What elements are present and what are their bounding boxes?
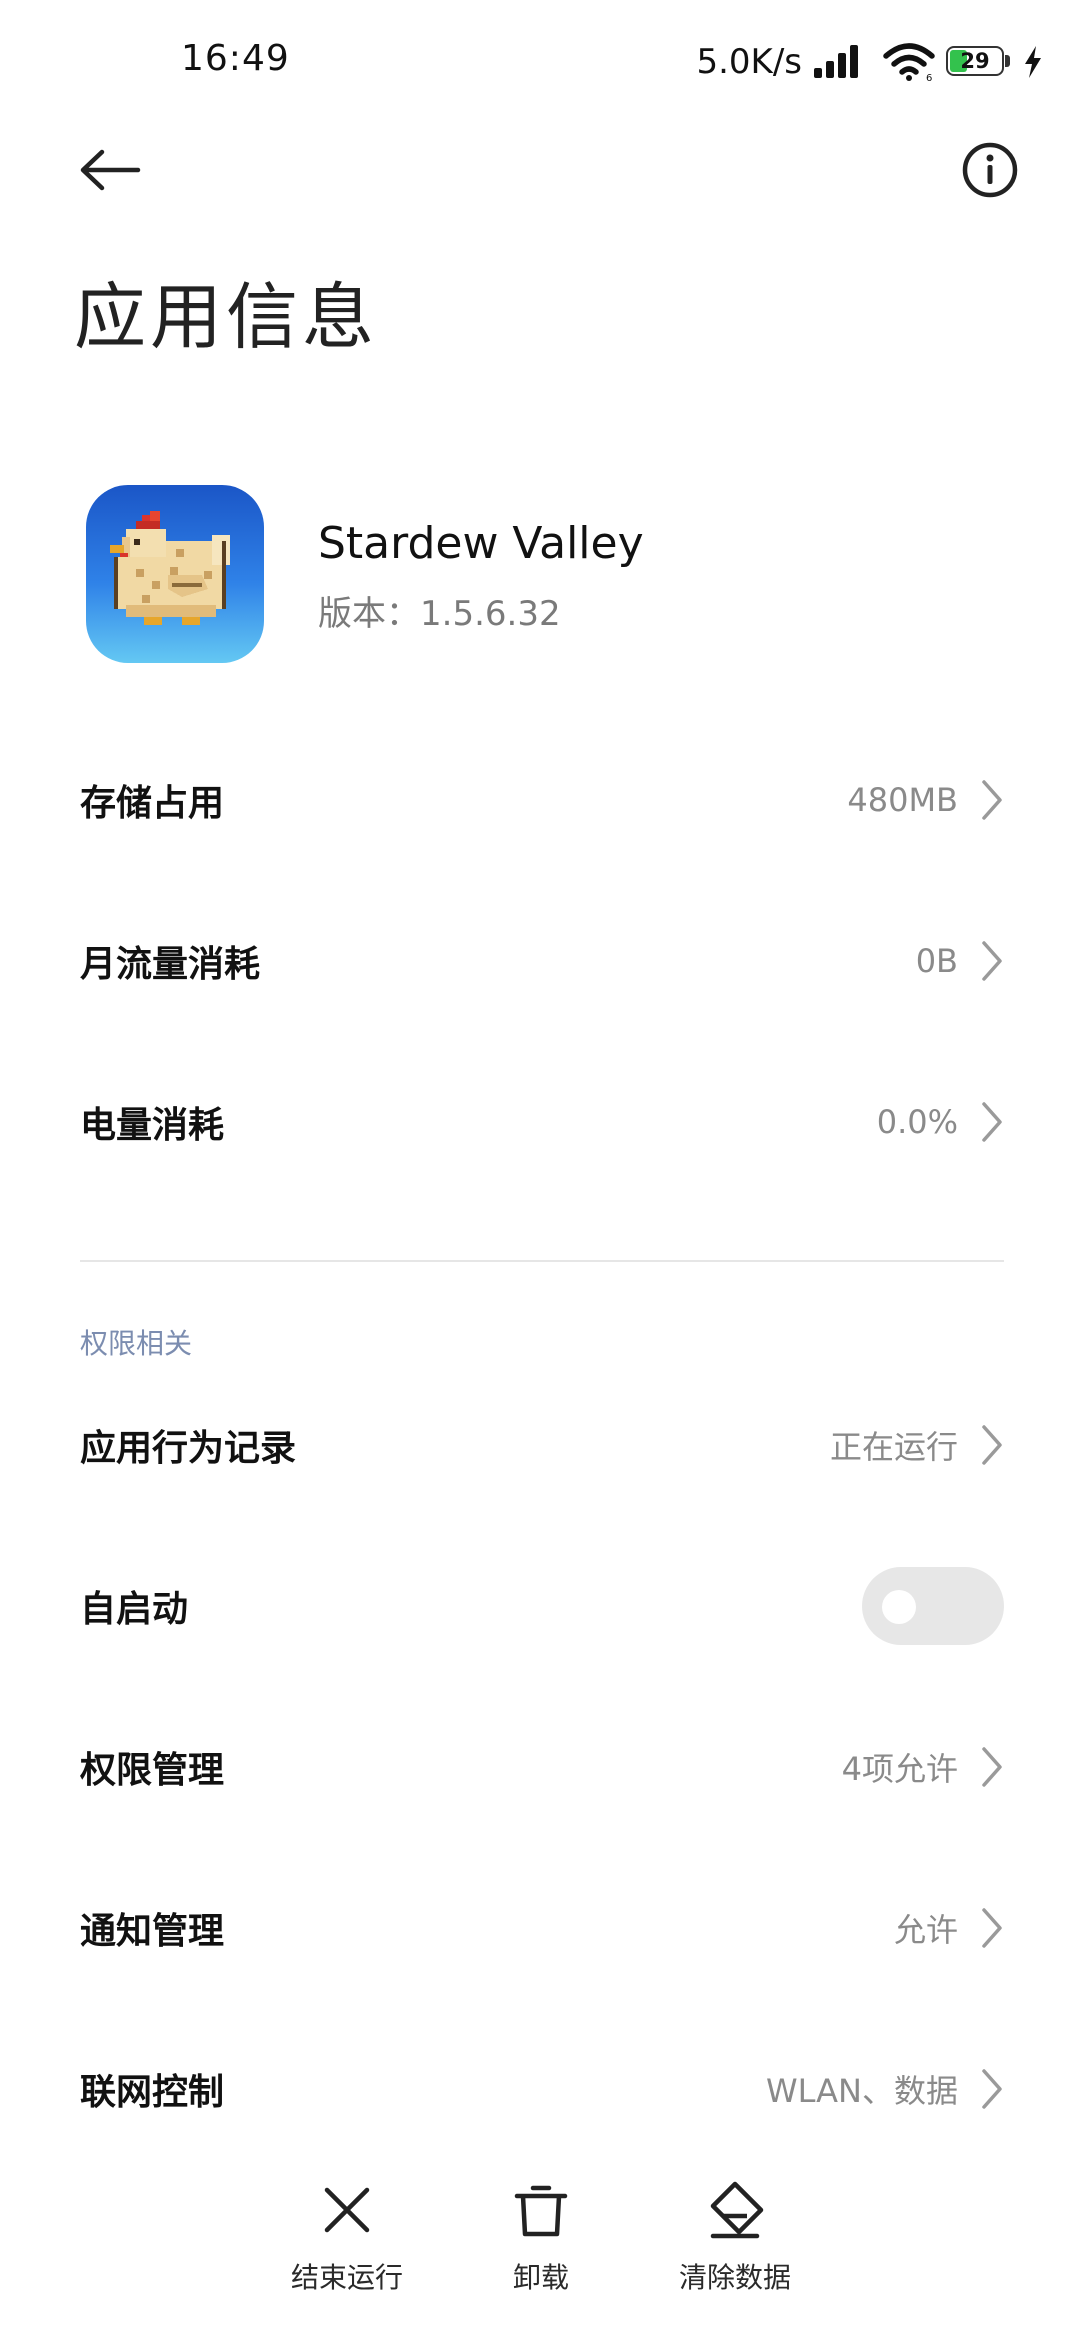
toggle-knob: [882, 1590, 916, 1624]
action-label: 结束运行: [290, 2261, 403, 2294]
row-label: 应用行为记录: [80, 1428, 297, 1469]
row-label: 电量消耗: [80, 1105, 225, 1146]
notification-management-row[interactable]: 通知管理 允许: [80, 1878, 1004, 1978]
row-value: 0.0%: [876, 1103, 958, 1141]
row-value: 允许: [893, 1911, 958, 1949]
row-label: 月流量消耗: [80, 944, 261, 985]
battery-usage-row[interactable]: 电量消耗 0.0%: [80, 1072, 1004, 1172]
storage-usage-row[interactable]: 存储占用 480MB: [80, 750, 1004, 850]
row-label: 自启动: [80, 1589, 189, 1630]
cellular-signal-icon: [814, 45, 858, 78]
row-label: 权限管理: [80, 1750, 225, 1791]
row-value: 4项允许: [841, 1750, 958, 1788]
stardew-chicken-app-icon: [86, 485, 264, 663]
close-x-icon: [324, 2187, 370, 2233]
clear-data-button[interactable]: 清除数据: [645, 2180, 825, 2310]
chevron-right-icon: [982, 1747, 1002, 1787]
force-stop-button[interactable]: 结束运行: [257, 2180, 437, 2310]
app-details-info-button[interactable]: [950, 130, 1030, 210]
row-value: WLAN、数据: [765, 2072, 958, 2110]
back-button[interactable]: [70, 130, 150, 210]
permission-management-row[interactable]: 权限管理 4项允许: [80, 1717, 1004, 1817]
trash-icon: [514, 2185, 568, 2237]
autostart-toggle[interactable]: [862, 1567, 1004, 1645]
section-divider: [80, 1260, 1004, 1262]
action-label: 卸载: [512, 2261, 569, 2294]
row-value: 0B: [915, 942, 958, 980]
app-name: Stardew Valley: [318, 518, 644, 569]
chevron-right-icon: [982, 1102, 1002, 1142]
chevron-right-icon: [982, 941, 1002, 981]
page-title: 应用信息: [74, 275, 379, 359]
status-time: 16:49: [181, 38, 290, 79]
app-version: 版本：1.5.6.32: [318, 594, 561, 634]
charging-bolt-icon: [1025, 46, 1041, 78]
app-behavior-record-row[interactable]: 应用行为记录 正在运行: [80, 1395, 1004, 1495]
svg-text:6: 6: [926, 73, 932, 82]
network-control-row[interactable]: 联网控制 WLAN、数据: [80, 2039, 1004, 2139]
row-value: 正在运行: [829, 1428, 958, 1466]
row-value: 480MB: [847, 781, 958, 819]
network-speed: 5.0K/s: [696, 42, 802, 82]
permissions-section-header: 权限相关: [80, 1327, 193, 1360]
battery-level: 29: [960, 49, 990, 73]
row-label: 联网控制: [80, 2072, 225, 2113]
autostart-row: 自启动: [80, 1556, 1004, 1656]
uninstall-button[interactable]: 卸载: [451, 2180, 631, 2310]
eraser-icon: [710, 2181, 764, 2239]
wifi-icon: 6: [883, 43, 935, 82]
data-usage-row[interactable]: 月流量消耗 0B: [80, 911, 1004, 1011]
chevron-right-icon: [982, 780, 1002, 820]
arrow-left-icon: [80, 149, 141, 191]
row-label: 存储占用: [80, 783, 225, 824]
battery-icon: 29: [946, 46, 1014, 78]
row-label: 通知管理: [80, 1911, 225, 1952]
action-label: 清除数据: [678, 2261, 791, 2294]
status-bar: 16:49 5.0K/s 6 29: [0, 0, 1080, 120]
chevron-right-icon: [982, 1908, 1002, 1948]
info-circle-icon: [962, 142, 1018, 198]
chevron-right-icon: [982, 2069, 1002, 2109]
chevron-right-icon: [982, 1425, 1002, 1465]
status-icons: 5.0K/s 6 29: [696, 38, 1044, 86]
